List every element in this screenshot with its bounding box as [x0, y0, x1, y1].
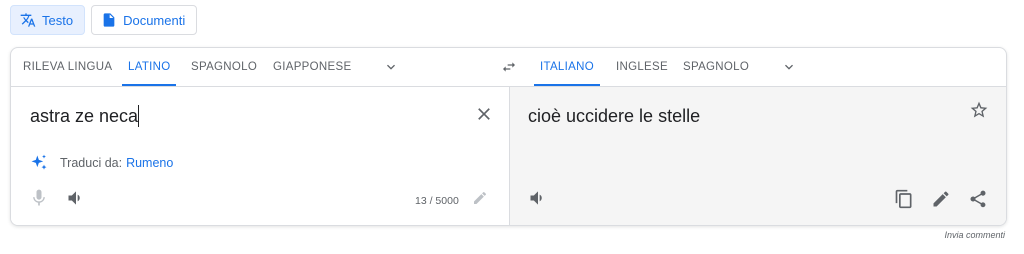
character-counter: 13 / 5000 — [415, 195, 459, 207]
swap-languages-icon[interactable] — [501, 59, 517, 75]
tab-documents[interactable]: Documenti — [91, 5, 198, 35]
star-icon[interactable] — [969, 100, 989, 120]
detected-language-link[interactable]: Rumeno — [126, 156, 173, 170]
mode-tabs: Testo Documenti — [10, 5, 198, 35]
tab-text[interactable]: Testo — [10, 5, 86, 35]
chevron-down-icon[interactable] — [383, 59, 399, 75]
copy-icon[interactable] — [894, 189, 914, 209]
target-lang-spanish[interactable]: SPAGNOLO — [683, 48, 749, 86]
edit-icon[interactable] — [931, 189, 951, 209]
chevron-down-icon[interactable] — [781, 59, 797, 75]
speaker-icon[interactable] — [66, 188, 86, 208]
source-lang-spanish[interactable]: SPAGNOLO — [191, 48, 257, 86]
source-pane: astra ze neca Traduci da: Rumeno 13 / 50… — [11, 87, 508, 225]
translator-card: RILEVA LINGUA LATINO SPAGNOLO GIAPPONESE… — [10, 47, 1007, 226]
document-icon — [101, 12, 117, 28]
target-lang-english[interactable]: INGLESE — [616, 48, 668, 86]
microphone-icon[interactable] — [29, 188, 49, 208]
target-pane: cioè uccidere le stelle — [509, 87, 1006, 225]
send-feedback-link[interactable]: Invia commenti — [944, 230, 1005, 240]
speaker-icon[interactable] — [528, 188, 548, 208]
source-lang-detect[interactable]: RILEVA LINGUA — [23, 48, 112, 86]
share-icon[interactable] — [968, 189, 988, 209]
source-text-input[interactable]: astra ze neca — [30, 105, 140, 127]
translation-output: cioè uccidere le stelle — [528, 106, 701, 126]
edit-icon — [472, 190, 488, 206]
sparkle-icon — [29, 153, 49, 173]
clear-icon[interactable] — [474, 104, 494, 124]
tab-documents-label: Documenti — [123, 12, 186, 28]
source-lang-japanese[interactable]: GIAPPONESE — [273, 48, 351, 86]
detect-prefix: Traduci da: — [60, 156, 123, 170]
language-bar: RILEVA LINGUA LATINO SPAGNOLO GIAPPONESE… — [11, 48, 1006, 87]
tab-text-label: Testo — [42, 12, 74, 28]
detected-language-row: Traduci da: Rumeno — [29, 153, 173, 173]
target-lang-italian[interactable]: ITALIANO — [534, 48, 600, 86]
translate-icon — [20, 12, 36, 28]
source-lang-latin[interactable]: LATINO — [121, 48, 178, 86]
